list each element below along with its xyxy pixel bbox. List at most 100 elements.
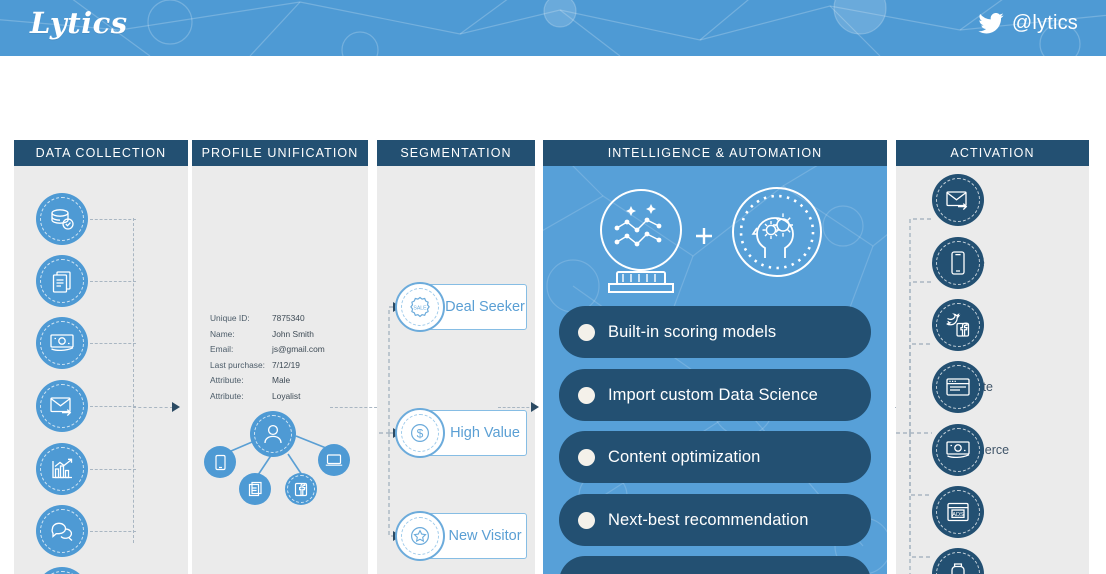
profile-field-value: John Smith: [272, 328, 314, 339]
collection-to-profile-arrow: [172, 402, 180, 412]
bullet-dot-icon: [578, 323, 595, 341]
connector-6: [90, 531, 136, 532]
column-segmentation: SEGMENTATION Deal Seeker SALE High Value…: [377, 140, 535, 574]
segment-high-value[interactable]: High Value $: [395, 408, 527, 458]
activation-channel-commerce[interactable]: Commerce: [932, 424, 1009, 476]
document-icon: [248, 481, 262, 497]
capability-built-in-scoring-models[interactable]: Built-in scoring models: [559, 306, 871, 358]
capability-journey-analytics[interactable]: Journey analytics: [559, 556, 871, 574]
channel-icon-social: [932, 299, 984, 351]
identity-node-document[interactable]: [239, 473, 271, 505]
facebook-icon: [294, 482, 308, 496]
activation-channel-social[interactable]: Social: [932, 299, 984, 351]
database-check-icon: [51, 209, 74, 230]
activation-channel-mobile[interactable]: Mobile: [932, 237, 985, 289]
source-node-commerce[interactable]: [36, 317, 88, 369]
twitter-bird-icon: [978, 13, 1004, 34]
segment-badge: $: [395, 408, 445, 458]
column-header-data-collection: DATA COLLECTION: [14, 140, 188, 166]
dashed-ring: [401, 517, 439, 555]
connector-4: [90, 406, 136, 407]
identity-node-facebook[interactable]: [285, 473, 317, 505]
column-body-profile-unification: Unique ID: 7875340 Name: John Smith Emai…: [192, 166, 368, 574]
money-commerce-icon: [50, 334, 74, 351]
source-node-database[interactable]: [36, 193, 88, 245]
activation-channel-ads[interactable]: ADS Ads: [932, 486, 984, 538]
activation-channel-email[interactable]: Email: [932, 174, 984, 226]
bar-chart-trend-icon: [51, 458, 72, 478]
column-data-collection: DATA COLLECTION: [14, 140, 188, 574]
collection-spine-connector: [133, 218, 134, 543]
capability-content-optimization[interactable]: Content optimization: [559, 431, 871, 483]
social-twitter-facebook-icon: [946, 313, 970, 337]
segment-badge: SALE: [395, 282, 445, 332]
profile-to-segmentation-connector: [330, 407, 382, 408]
head-gears-ai-icon: [732, 187, 822, 277]
collection-to-profile-connector: [133, 407, 173, 408]
channel-icon-commerce: [932, 424, 984, 476]
twitter-link[interactable]: @lytics: [978, 12, 1078, 35]
laptop-icon: [325, 454, 343, 466]
connector-2: [90, 281, 136, 282]
source-node-iot[interactable]: [36, 567, 88, 574]
email-send-icon: [946, 191, 968, 211]
profile-field-value: Male: [272, 375, 291, 386]
activation-channel-website[interactable]: Website: [932, 361, 993, 413]
capability-next-best-recommendation[interactable]: Next-best recommendation: [559, 494, 871, 546]
money-commerce-icon: [946, 441, 970, 458]
identity-node-mobile[interactable]: [204, 446, 236, 478]
channel-icon-website: [932, 361, 984, 413]
profile-field-key: Unique ID:: [210, 313, 250, 323]
segmentation-to-intelligence-connector: [498, 407, 534, 408]
column-header-intelligence-automation: INTELLIGENCE & AUTOMATION: [543, 140, 887, 166]
channel-icon-ads: ADS: [932, 486, 984, 538]
source-node-email[interactable]: [36, 380, 88, 432]
column-body-data-collection: [14, 166, 188, 574]
person-avatar-icon: [264, 424, 282, 444]
lytics-logo: Lytics: [30, 6, 128, 40]
column-profile-unification: PROFILE UNIFICATION Unique ID: 7875340 N…: [192, 140, 368, 574]
connector-1: [90, 219, 136, 220]
bullet-dot-icon: [578, 448, 595, 466]
profile-field-key: Email:: [210, 344, 234, 355]
mobile-phone-icon: [214, 454, 226, 470]
connector-3: [90, 343, 136, 344]
intelligence-hero-graphic: [600, 187, 822, 293]
activation-channel-iot[interactable]: IoT: [932, 548, 984, 574]
source-node-chat[interactable]: [36, 505, 88, 557]
unified-profile-fields: Unique ID: 7875340 Name: John Smith Emai…: [210, 311, 325, 405]
column-body-segmentation: Deal Seeker SALE High Value $ New Visito…: [377, 166, 535, 574]
connector-5: [90, 469, 136, 470]
column-body-activation: Email Mobile: [896, 166, 1089, 574]
smartwatch-icon: [951, 563, 965, 574]
profile-field-key: Last purchase:: [210, 359, 265, 370]
profile-field-row: Email: js@gmail.com: [210, 342, 325, 358]
column-header-segmentation: SEGMENTATION: [377, 140, 535, 166]
segmentation-to-intelligence-arrow: [531, 402, 539, 412]
capability-label: Next-best recommendation: [608, 510, 809, 529]
segment-badge: [395, 511, 445, 561]
source-node-analytics[interactable]: [36, 443, 88, 495]
profile-field-value: 7875340: [272, 313, 305, 323]
browser-window-icon: [946, 378, 970, 396]
chat-bubbles-icon: [51, 522, 72, 541]
identity-node-laptop[interactable]: [318, 444, 350, 476]
pipeline-diagram: DATA COLLECTION PROFILE UNIFICATION Uniq…: [0, 56, 1106, 574]
mobile-phone-icon: [951, 251, 965, 275]
capability-import-custom-data-science[interactable]: Import custom Data Science: [559, 369, 871, 421]
segment-deal-seeker[interactable]: Deal Seeker SALE: [395, 282, 527, 332]
column-body-intelligence-automation: Built-in scoring models Import custom Da…: [543, 166, 887, 574]
profile-field-value: js@gmail.com: [272, 344, 325, 355]
source-node-documents[interactable]: [36, 255, 88, 307]
dashed-ring: [401, 288, 439, 326]
column-header-profile-unification: PROFILE UNIFICATION: [192, 140, 368, 166]
channel-icon-email: [932, 174, 984, 226]
channel-icon-mobile: [932, 237, 984, 289]
profile-field-value: 7/12/19: [272, 359, 300, 370]
crystal-ball-data-icon: [600, 189, 682, 293]
segment-new-visitor[interactable]: New Visitor: [395, 511, 527, 561]
network-pattern-background: [0, 0, 1106, 56]
identity-center-person[interactable]: [250, 411, 296, 457]
profile-field-row: Last purchase: 7/12/19: [210, 358, 325, 374]
profile-field-key: Attribute:: [210, 375, 244, 386]
